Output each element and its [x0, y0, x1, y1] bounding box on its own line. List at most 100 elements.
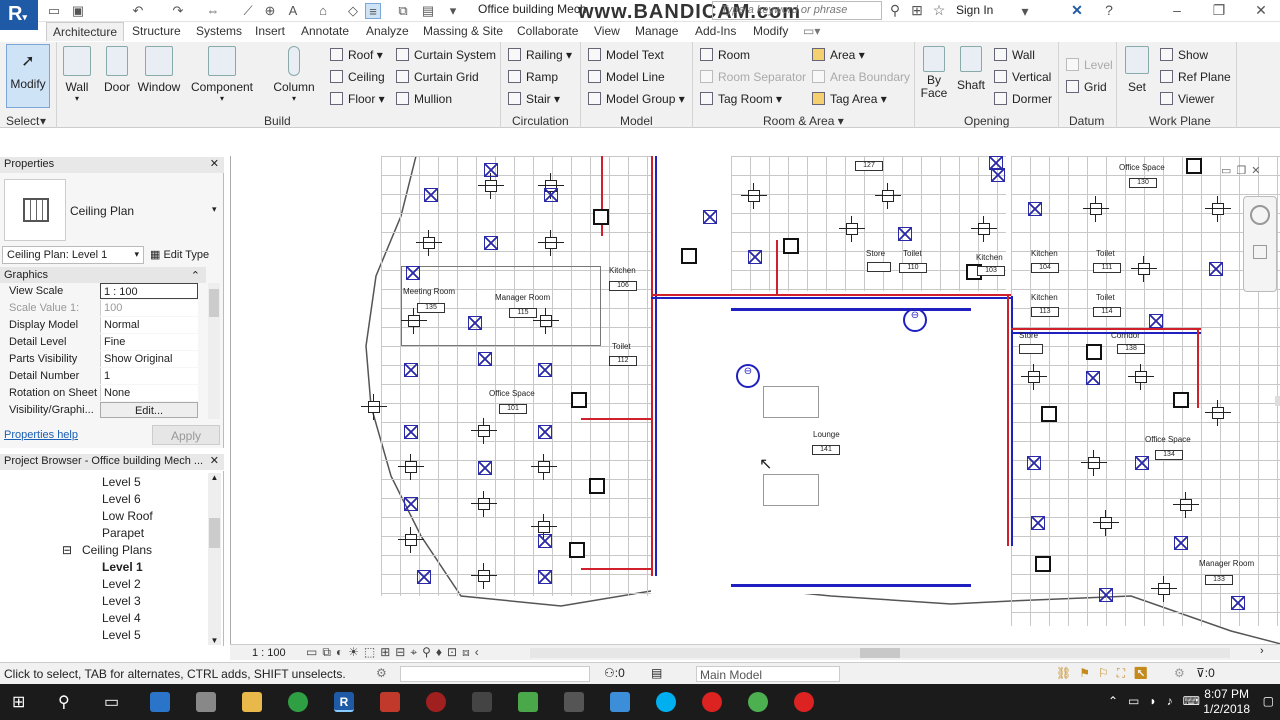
close-properties-icon[interactable]: ✕: [210, 157, 219, 170]
supply-diffuser[interactable]: [898, 227, 912, 241]
vav-unit[interactable]: [571, 392, 587, 408]
exhaust-fan-icon[interactable]: ⊖: [903, 308, 927, 332]
tab-annotate[interactable]: Annotate: [301, 24, 349, 38]
properties-help-link[interactable]: Properties help: [4, 429, 78, 441]
graphics-group-header[interactable]: Graphics ⌃: [0, 267, 206, 283]
3d-view-icon[interactable]: ⌂: [315, 3, 331, 19]
qat-dropdown-icon[interactable]: ▾: [445, 3, 461, 19]
supply-diffuser[interactable]: [478, 461, 492, 475]
light-fixture[interactable]: [1151, 576, 1177, 602]
app-icon[interactable]: [518, 692, 538, 712]
modify-button[interactable]: ➚ Modify: [6, 44, 50, 108]
tab-massing-site[interactable]: Massing & Site: [423, 24, 503, 38]
room-tag[interactable]: 138: [1117, 344, 1145, 354]
vav-unit[interactable]: [589, 478, 605, 494]
room-tag[interactable]: 130: [1129, 178, 1157, 188]
type-selector[interactable]: Ceiling Plan: [70, 204, 134, 218]
room-tag[interactable]: 127: [855, 161, 883, 171]
light-fixture[interactable]: [1081, 450, 1107, 476]
room-tag[interactable]: [1019, 344, 1043, 354]
file-explorer-icon[interactable]: [242, 692, 262, 712]
room-tag[interactable]: 115: [509, 308, 537, 318]
favorites-star-icon[interactable]: ☆: [930, 2, 948, 20]
supply-diffuser[interactable]: [1028, 202, 1042, 216]
prop-detail-number[interactable]: Detail Number 1: [4, 368, 198, 385]
skype-icon[interactable]: [656, 692, 676, 712]
light-fixture[interactable]: [1128, 364, 1154, 390]
scroll-right-icon[interactable]: ›: [1260, 645, 1264, 657]
light-fixture[interactable]: [1083, 196, 1109, 222]
wall-opening-button[interactable]: Wall: [994, 48, 1035, 62]
room-tag[interactable]: 106: [609, 281, 637, 291]
tab-structure[interactable]: Structure: [132, 24, 181, 38]
app-icon[interactable]: [610, 692, 630, 712]
save-icon[interactable]: ▣: [70, 3, 86, 19]
supply-diffuser[interactable]: [424, 188, 438, 202]
supply-diffuser[interactable]: [1027, 456, 1041, 470]
tab-view[interactable]: View: [594, 24, 620, 38]
supply-diffuser[interactable]: [544, 188, 558, 202]
supply-diffuser[interactable]: [991, 168, 1005, 182]
tab-manage[interactable]: Manage: [635, 24, 678, 38]
view-control-icons[interactable]: ▭⧉◐☀⬚⊞⊟⌖⚲♦⊡⧈‹: [306, 645, 484, 660]
exhaust-fan-icon[interactable]: ⊖: [736, 364, 760, 388]
section-icon[interactable]: ◇: [345, 3, 361, 19]
window-button[interactable]: Window: [136, 46, 182, 94]
component-button[interactable]: Component ▾: [190, 46, 254, 103]
vav-unit[interactable]: [1173, 392, 1189, 408]
light-fixture[interactable]: [416, 230, 442, 256]
browser-item[interactable]: Level 4: [102, 611, 141, 625]
room-tag[interactable]: 111: [1093, 263, 1121, 273]
room-tag[interactable]: 134: [1155, 450, 1183, 460]
supply-diffuser[interactable]: [404, 497, 418, 511]
light-fixture[interactable]: [531, 454, 557, 480]
shaft-button[interactable]: Shaft: [954, 46, 988, 92]
light-fixture[interactable]: [839, 216, 865, 242]
supply-diffuser[interactable]: [484, 236, 498, 250]
tab-modify[interactable]: Modify: [753, 24, 788, 38]
supply-diffuser[interactable]: [1209, 262, 1223, 276]
tab-architecture[interactable]: Architecture: [46, 22, 125, 41]
ref-plane-button[interactable]: Ref Plane: [1160, 70, 1231, 84]
supply-diffuser[interactable]: [538, 363, 552, 377]
room-button[interactable]: Room: [700, 48, 750, 62]
light-fixture[interactable]: [1205, 196, 1231, 222]
supply-diffuser[interactable]: [703, 210, 717, 224]
light-fixture[interactable]: [875, 183, 901, 209]
tag-area-button[interactable]: Tag Area ▾: [812, 92, 887, 106]
area-boundary-button[interactable]: Area Boundary: [812, 70, 910, 84]
model-line-button[interactable]: Model Line: [588, 70, 665, 84]
undo-icon[interactable]: ↶: [130, 3, 146, 19]
tag-room-button[interactable]: Tag Room ▾: [700, 92, 782, 106]
select-dropdown-icon[interactable]: ▾: [40, 114, 46, 128]
room-tag[interactable]: 133: [1205, 575, 1233, 585]
search-icon[interactable]: ⚲: [58, 692, 78, 712]
room-tag[interactable]: [867, 262, 891, 272]
background-processes-icon[interactable]: ⚙: [1174, 666, 1185, 680]
vav-unit[interactable]: [783, 238, 799, 254]
floor-button[interactable]: Floor ▾: [330, 92, 385, 106]
level-button[interactable]: Level: [1066, 58, 1113, 72]
supply-diffuser[interactable]: [1099, 588, 1113, 602]
light-fixture[interactable]: [538, 230, 564, 256]
model-text-button[interactable]: Model Text: [588, 48, 664, 62]
app-icon[interactable]: [426, 692, 446, 712]
vav-unit[interactable]: [1086, 344, 1102, 360]
design-option-select[interactable]: Main Model: [696, 666, 840, 682]
supply-diffuser[interactable]: [404, 363, 418, 377]
redo-icon[interactable]: ↷: [170, 3, 186, 19]
tab-insert[interactable]: Insert: [255, 24, 285, 38]
supply-diffuser[interactable]: [1135, 456, 1149, 470]
area-button[interactable]: Area ▾: [812, 48, 865, 62]
close-hidden-icon[interactable]: ⧉: [395, 3, 411, 19]
properties-scrollbar[interactable]: [208, 283, 220, 419]
view-window-controls[interactable]: ▭❐✕: [1221, 164, 1265, 177]
light-fixture[interactable]: [971, 216, 997, 242]
text-icon[interactable]: A: [285, 3, 301, 19]
edit-type-button[interactable]: ▦ Edit Type: [150, 246, 209, 261]
instance-filter-select[interactable]: Ceiling Plan: Level 1 ▾: [2, 246, 144, 264]
restore-window-icon[interactable]: ❐: [1210, 2, 1228, 20]
room-tag[interactable]: 135: [417, 303, 445, 313]
supply-diffuser[interactable]: [1086, 371, 1100, 385]
browser-item[interactable]: Level 6: [102, 492, 141, 506]
